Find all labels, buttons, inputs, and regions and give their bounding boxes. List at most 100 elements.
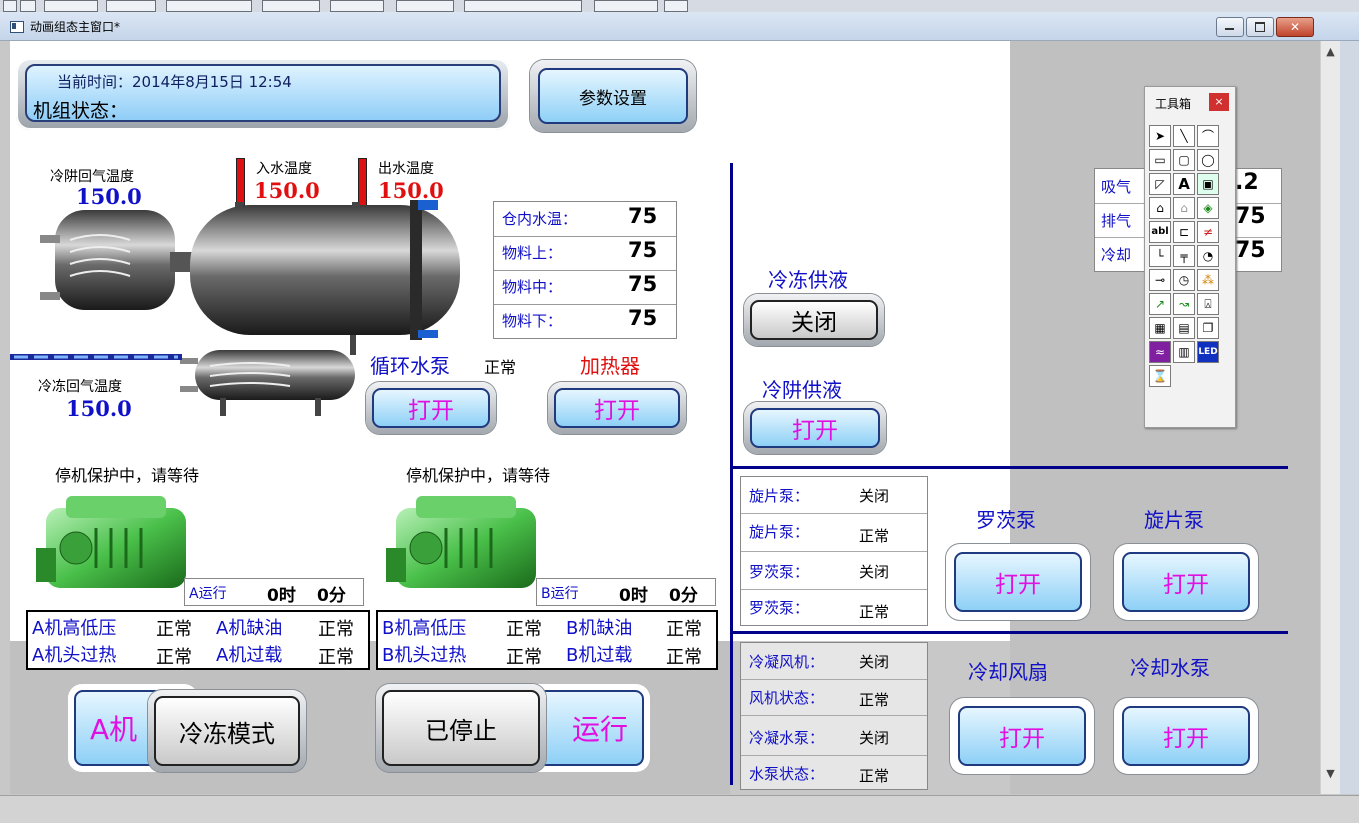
table-grid-icon[interactable]: ▦: [1149, 317, 1171, 339]
trap-supply-open-button[interactable]: 打开: [744, 402, 886, 454]
led-icon[interactable]: LED: [1197, 341, 1219, 363]
toolbox-panel: 工具箱 × ➤ ╲ ⌒ ▭ ▢ ◯ ◸ A ▣ ⌂ ⌂ ◈ abl ⊏ ≠ └ …: [1144, 86, 1236, 428]
symbol-icon[interactable]: ⌂: [1149, 197, 1171, 219]
line-icon[interactable]: ╲: [1173, 125, 1195, 147]
cooling-status-table: 冷凝风机： 关闭 风机状态： 正常 冷凝水泵： 关闭 水泵状态： 正常: [740, 642, 928, 790]
divider-vertical: [730, 163, 733, 785]
report-grid-icon[interactable]: ▤: [1173, 317, 1195, 339]
unit-status-label: 机组状态：: [33, 100, 129, 122]
current-time: 当前时间：2014年8月15日 12:54: [57, 73, 292, 91]
compressor-b-graphic: [386, 496, 536, 588]
disabled-symbol-icon[interactable]: ⌂: [1173, 197, 1195, 219]
valve-icon[interactable]: ⊸: [1149, 269, 1171, 291]
rounded-rectangle-icon[interactable]: ▢: [1173, 149, 1195, 171]
circ-pump-label: 循环水泵: [370, 354, 450, 378]
vane-pump-open-button[interactable]: 打开: [1114, 544, 1258, 620]
mode-button[interactable]: 冷冻模式: [148, 690, 306, 772]
recipe-icon[interactable]: ≈: [1149, 341, 1171, 363]
table-row: 物料下： 75: [502, 306, 658, 330]
freeze-return-air-value: 150.0: [66, 396, 132, 421]
clock-icon[interactable]: ◷: [1173, 269, 1195, 291]
alarm-icon[interactable]: ⍓: [1197, 293, 1219, 315]
toolbar-button[interactable]: [330, 0, 384, 12]
circ-pump-open-button[interactable]: 打开: [366, 382, 496, 434]
temperature-table: 仓内水温： 75 物料上： 75 物料中： 75 物料下： 75: [493, 201, 677, 339]
toolbar-button[interactable]: [664, 0, 688, 12]
compressor-b-message: 停机保护中，请等待: [406, 466, 551, 485]
timer-icon[interactable]: ⌛: [1149, 365, 1171, 387]
table-row: 冷凝水泵： 关闭: [741, 719, 927, 756]
bitmap-icon[interactable]: ▣: [1197, 173, 1219, 195]
circ-pump-status: 正常: [484, 358, 517, 377]
copy-icon[interactable]: ❐: [1197, 317, 1219, 339]
maximize-button[interactable]: [1246, 17, 1274, 37]
settings-button[interactable]: 参数设置: [530, 60, 696, 132]
ellipse-icon[interactable]: ◯: [1197, 149, 1219, 171]
toolbar-button[interactable]: [396, 0, 454, 12]
toolbox-close-button[interactable]: ×: [1209, 93, 1229, 111]
maximize-icon: [1255, 22, 1265, 32]
pipe-bend-icon[interactable]: ╤: [1173, 245, 1195, 267]
globe-icon[interactable]: ◈: [1197, 197, 1219, 219]
pipe-icon[interactable]: └: [1149, 245, 1171, 267]
status-bar: [0, 795, 1359, 823]
window-app-icon: [10, 21, 24, 33]
table-row: 物料上： 75: [494, 236, 676, 271]
compressor-a-graphic: [36, 496, 186, 588]
compressor-a-message: 停机保护中，请等待: [55, 466, 200, 485]
table-row: 旋片泵： 正常: [741, 513, 927, 552]
xy-chart-icon[interactable]: ↝: [1173, 293, 1195, 315]
pump-icon[interactable]: ⁂: [1197, 269, 1219, 291]
scroll-down-icon[interactable]: ▼: [1321, 765, 1340, 782]
table-row: 物料中： 75: [494, 270, 676, 305]
pointer-icon[interactable]: ➤: [1149, 125, 1171, 147]
table-row: 罗茨泵： 正常: [749, 599, 890, 621]
outlet-water-label: 出水温度: [378, 161, 434, 177]
time-status-panel: 当前时间：2014年8月15日 12:54 机组状态：: [16, 58, 510, 130]
label-icon[interactable]: abl: [1149, 221, 1171, 243]
trap-supply-label: 冷阱供液: [762, 378, 842, 402]
polygon-icon[interactable]: ◸: [1149, 173, 1171, 195]
close-button[interactable]: ✕: [1276, 17, 1314, 37]
heater-open-button[interactable]: 打开: [548, 382, 686, 434]
toolbar-button[interactable]: [464, 0, 582, 12]
vacuum-status-table: 旋片泵： 关闭 旋片泵： 正常 罗茨泵： 关闭 罗茨泵： 正常: [740, 476, 928, 626]
toolbar-button[interactable]: [44, 0, 98, 12]
form-icon[interactable]: ▥: [1173, 341, 1195, 363]
input-box-icon[interactable]: ⊏: [1173, 221, 1195, 243]
toolbar-button[interactable]: [594, 0, 658, 12]
table-row: 风机状态： 正常: [741, 679, 927, 716]
toolbar-button[interactable]: [106, 0, 156, 12]
rotate-icon[interactable]: ◔: [1197, 245, 1219, 267]
rectangle-icon[interactable]: ▭: [1149, 149, 1171, 171]
freeze-supply-close-button[interactable]: 关闭: [744, 294, 884, 346]
toolbar-button[interactable]: [262, 0, 320, 12]
cooling-pump-label: 冷却水泵: [1130, 656, 1210, 680]
table-row: 罗茨泵： 关闭: [741, 553, 927, 590]
vertical-scrollbar[interactable]: ▲ ▼: [1320, 41, 1340, 794]
cold-return-air-label: 冷阱回气温度: [50, 169, 134, 185]
cooling-fan-open-button[interactable]: 打开: [950, 698, 1094, 774]
text-icon[interactable]: A: [1173, 173, 1195, 195]
minimize-button[interactable]: [1216, 17, 1244, 37]
stopped-button[interactable]: 已停止: [376, 684, 546, 772]
cooling-pump-open-button[interactable]: 打开: [1114, 698, 1258, 774]
window-title: 动画组态主窗口*: [30, 20, 121, 34]
roots-pump-open-button[interactable]: 打开: [946, 544, 1090, 620]
window-right-frame: [1339, 41, 1359, 794]
table-row: 仓内水温： 75: [494, 202, 676, 237]
roots-pump-label: 罗茨泵: [976, 508, 1036, 532]
scroll-up-icon[interactable]: ▲: [1321, 43, 1340, 60]
toolbar-button[interactable]: [3, 0, 17, 12]
trend-chart-icon[interactable]: ↗: [1149, 293, 1171, 315]
inlet-water-label: 入水温度: [256, 161, 312, 177]
arc-icon[interactable]: ⌒: [1197, 125, 1219, 147]
toolbar-button[interactable]: [20, 0, 36, 12]
flow-icon[interactable]: ≠: [1197, 221, 1219, 243]
compressor-a-status-grid: A机高低压 正常 A机缺油 正常 A机头过热 正常 A机过载 正常: [26, 610, 370, 670]
divider-horizontal: [730, 466, 1288, 469]
toolbox-title: 工具箱: [1155, 97, 1192, 111]
vane-pump-label: 旋片泵: [1144, 508, 1204, 532]
heater-label: 加热器: [580, 354, 640, 378]
toolbar-button[interactable]: [166, 0, 252, 12]
